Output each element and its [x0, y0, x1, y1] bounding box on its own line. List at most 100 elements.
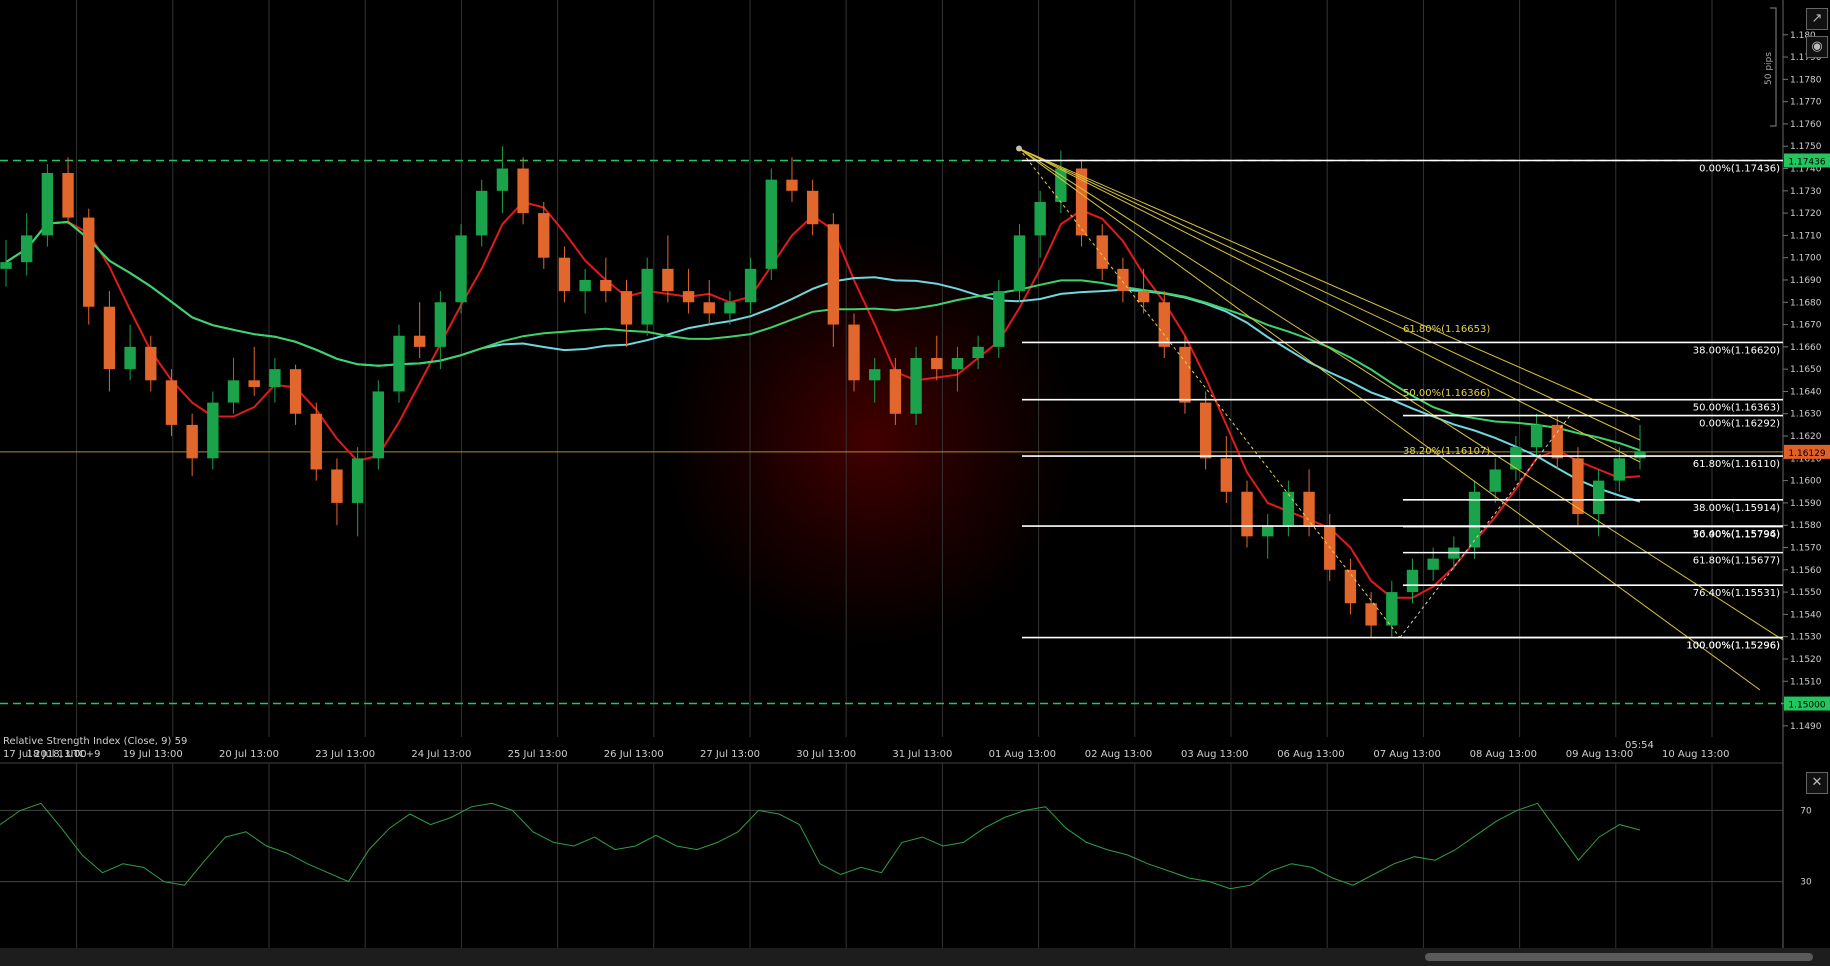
- x-tick-label: 25 Jul 13:00: [508, 749, 568, 760]
- candle-body: [186, 424, 198, 459]
- rsi-line: [0, 802, 1641, 890]
- pop-out-icon[interactable]: ↗: [1806, 8, 1828, 30]
- candle-body: [207, 402, 219, 459]
- y-tick-label: 1.1700: [1790, 254, 1822, 264]
- candle-body: [931, 358, 943, 370]
- y-tick-label: 1.1560: [1790, 566, 1822, 576]
- candle-body: [413, 335, 426, 347]
- y-tick-label: 1.1670: [1790, 321, 1822, 331]
- x-tick-label: 10 Aug 13:00: [1662, 749, 1729, 760]
- candle-body: [538, 213, 550, 258]
- x-tick-label: 30 Jul 13:00: [796, 749, 856, 760]
- candle-body: [351, 458, 364, 503]
- candle-body: [269, 369, 281, 387]
- candle-body: [1220, 458, 1233, 492]
- candle-body: [848, 324, 860, 381]
- candle-body: [662, 268, 674, 292]
- x-tick-label: 18 Jul 13:00: [27, 749, 87, 760]
- x-tick-label: 08 Aug 13:00: [1470, 749, 1537, 760]
- candle-body: [1344, 569, 1357, 604]
- candle-body: [724, 302, 736, 314]
- y-tick-label: 1.1720: [1790, 209, 1822, 219]
- candle-body: [1592, 480, 1605, 515]
- candle-body: [455, 235, 467, 303]
- candle-body: [248, 380, 260, 387]
- candle-body: [869, 369, 881, 381]
- candle-body: [41, 172, 54, 236]
- x-tick-label: 20 Jul 13:00: [219, 749, 279, 760]
- y-tick-label: 1.1680: [1790, 298, 1822, 308]
- candle-body: [1117, 268, 1129, 292]
- candle-body: [1489, 469, 1501, 492]
- fib-level-label: 76.40%(1.15531): [1693, 588, 1780, 599]
- level-price-label: 1.15000: [1788, 701, 1825, 711]
- fib-level-label: 61.80%(1.15677): [1693, 556, 1780, 567]
- current-price-label: 1.16129: [1788, 449, 1825, 459]
- candle-body: [620, 291, 633, 325]
- y-tick-label: 1.1710: [1790, 231, 1822, 241]
- fib-trend-line: [1018, 148, 1401, 638]
- candle-body: [1199, 402, 1212, 459]
- candle-body: [517, 168, 529, 214]
- y-tick-label: 1.1550: [1790, 588, 1822, 598]
- candle-body: [1365, 603, 1377, 626]
- rsi-title: Relative Strength Index (Close, 9) 59: [3, 736, 187, 747]
- fib-level-label: 38.00%(1.16620): [1693, 345, 1780, 356]
- candle-body: [910, 358, 922, 414]
- fib-level-label: 38.00%(1.15914): [1693, 503, 1780, 514]
- candle-body: [331, 469, 343, 503]
- y-tick-label: 1.1570: [1790, 544, 1822, 554]
- fan-line: [1018, 147, 1641, 441]
- candle-body: [972, 346, 984, 359]
- fib-level-label: 61.80%(1.16653): [1403, 324, 1490, 335]
- y-tick-label: 1.1600: [1790, 477, 1822, 487]
- y-tick-label: 1.1520: [1790, 655, 1822, 665]
- candle-body: [1634, 451, 1646, 459]
- candle-body: [1303, 491, 1315, 526]
- fan-line: [1018, 148, 1784, 641]
- candle-body: [372, 391, 384, 459]
- candle-body: [124, 346, 136, 370]
- y-tick-label: 1.1730: [1790, 187, 1822, 197]
- candle-body: [289, 369, 302, 414]
- fib-level-label: 0.00%(1.17436): [1699, 163, 1780, 174]
- y-tick-label: 1.1760: [1790, 120, 1822, 130]
- y-tick-label: 1.1580: [1790, 521, 1822, 531]
- x-tick-label: 23 Jul 13:00: [315, 749, 375, 760]
- y-tick-label: 1.1490: [1790, 722, 1822, 732]
- fib-level-label: 50.00%(1.16363): [1693, 403, 1780, 414]
- time-remaining-label: 05:54: [1625, 740, 1654, 751]
- y-tick-label: 1.1620: [1790, 432, 1822, 442]
- y-tick-label: 1.1630: [1790, 410, 1822, 420]
- price-chart[interactable]: 0.00%(1.17436) 38.00%(1.16620) 50.00%(1.16…: [0, 0, 1830, 966]
- candle-body: [165, 380, 178, 425]
- candle-body: [682, 291, 695, 303]
- y-tick-label: 1.1540: [1790, 610, 1822, 620]
- close-icon[interactable]: ✕: [1806, 772, 1828, 794]
- candle-body: [83, 217, 95, 307]
- candle-body: [0, 262, 12, 269]
- ma-slow-green-line: [5, 220, 1641, 452]
- candle-body: [434, 302, 447, 347]
- candle-body: [1530, 424, 1543, 448]
- candle-body: [951, 358, 964, 370]
- y-tick-label: 1.1590: [1790, 499, 1822, 509]
- candle-body: [786, 179, 798, 191]
- ma-slow-cyan-line: [5, 220, 1641, 503]
- y-tick-label: 1.1780: [1790, 75, 1822, 85]
- candle-body: [600, 279, 612, 292]
- y-tick-label: 1.1510: [1790, 677, 1822, 687]
- x-tick-label: 07 Aug 13:00: [1373, 749, 1440, 760]
- y-tick-label: 1.1770: [1790, 98, 1822, 108]
- y-tick-label: 1.1690: [1790, 276, 1822, 286]
- fib-level-label: 38.20%(1.16107): [1403, 446, 1490, 457]
- candle-body: [496, 168, 509, 191]
- chart-window: 0.00%(1.17436) 38.00%(1.16620) 50.00%(1.16…: [0, 0, 1830, 966]
- scrollbar-thumb[interactable]: [1425, 953, 1813, 961]
- candle-body: [1613, 458, 1626, 481]
- y-tick-label: 1.1650: [1790, 365, 1822, 375]
- x-tick-label: 27 Jul 13:00: [700, 749, 760, 760]
- x-tick-label: 31 Jul 13:00: [892, 749, 952, 760]
- camera-icon[interactable]: ◉: [1806, 36, 1828, 58]
- candle-body: [703, 302, 715, 314]
